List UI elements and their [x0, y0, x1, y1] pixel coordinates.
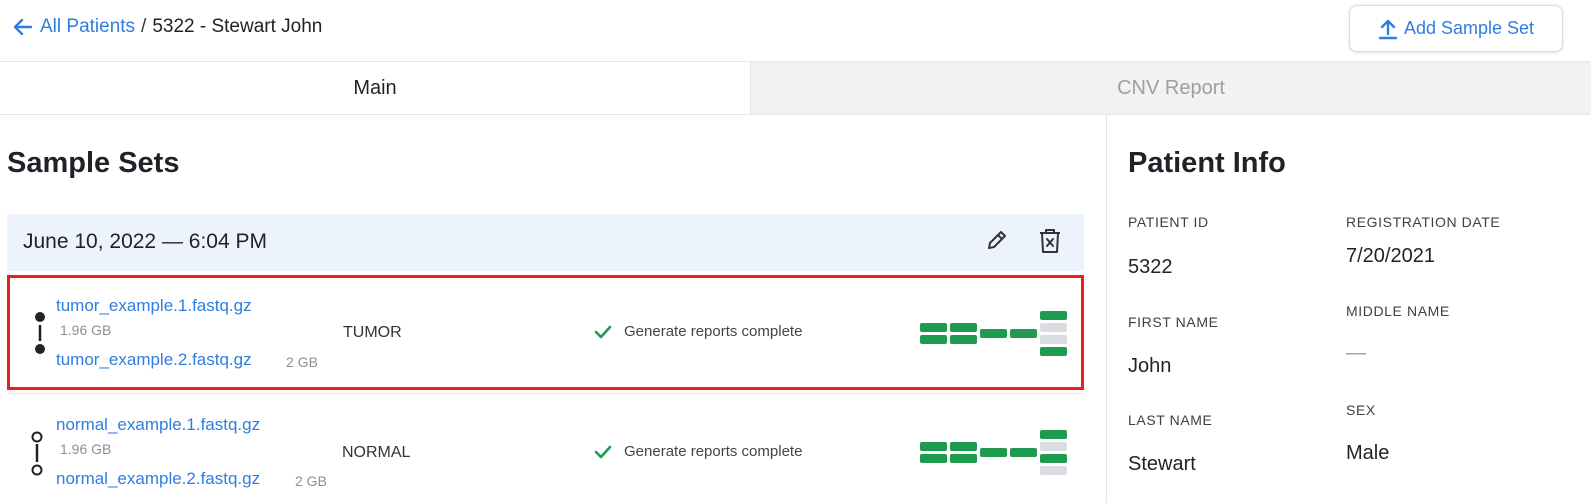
edit-sample-set-button[interactable] — [985, 228, 1009, 257]
file-link[interactable]: normal_example.2.fastq.gz — [56, 469, 260, 489]
add-sample-set-label: Add Sample Set — [1403, 18, 1535, 38]
back-link[interactable]: All Patients — [14, 16, 135, 38]
middle-name-value: — — [1346, 342, 1366, 364]
check-icon — [594, 445, 612, 458]
first-name-label: FIRST NAME — [1128, 314, 1219, 330]
add-sample-set-button[interactable]: Add Sample Set — [1349, 5, 1563, 52]
arrow-left-icon — [14, 19, 32, 35]
file-size: 2 GB — [295, 473, 327, 489]
patient-id-label: PATIENT ID — [1128, 214, 1209, 230]
tab-main[interactable]: Main — [0, 62, 751, 114]
back-link-label: All Patients — [40, 16, 136, 37]
sample-type: TUMOR — [343, 324, 402, 341]
file-link[interactable]: tumor_example.2.fastq.gz — [56, 350, 252, 370]
file-size: 1.96 GB — [60, 322, 112, 338]
panel-divider — [1106, 115, 1107, 503]
file-link[interactable]: tumor_example.1.fastq.gz — [56, 296, 252, 316]
tab-cnv-report[interactable]: CNV Report — [751, 62, 1591, 114]
sample-type: NORMAL — [342, 444, 411, 461]
file-size: 1.96 GB — [60, 441, 112, 457]
row-divider — [7, 393, 1084, 394]
sample-row-tumor[interactable]: tumor_example.1.fastq.gz 1.96 GB tumor_e… — [7, 275, 1084, 390]
first-name-value: John — [1128, 355, 1172, 377]
breadcrumb-current: 5322 - Stewart John — [152, 16, 323, 37]
status: Generate reports complete — [594, 323, 802, 340]
paired-files-outline-icon — [31, 431, 43, 476]
registration-date-label: REGISTRATION DATE — [1346, 214, 1501, 230]
upload-icon — [1378, 19, 1398, 39]
last-name-label: LAST NAME — [1128, 412, 1213, 428]
file-size: 2 GB — [286, 354, 318, 370]
delete-sample-set-button[interactable] — [1037, 227, 1063, 260]
tab-bar: Main CNV Report — [0, 62, 1591, 115]
check-icon — [594, 325, 612, 338]
breadcrumb: All Patients / 5322 - Stewart John — [14, 16, 322, 38]
trash-icon — [1040, 229, 1060, 253]
sex-label: SEX — [1346, 402, 1376, 418]
paired-files-filled-icon — [35, 312, 45, 354]
pencil-icon — [988, 231, 1006, 249]
last-name-value: Stewart — [1128, 453, 1196, 475]
sample-sets-title: Sample Sets — [7, 147, 180, 179]
middle-name-label: MIDDLE NAME — [1346, 303, 1450, 319]
sex-value: Male — [1346, 442, 1390, 464]
status: Generate reports complete — [594, 443, 802, 460]
sample-set-date: June 10, 2022 — 6:04 PM — [23, 230, 267, 253]
page-header: All Patients / 5322 - Stewart John Add S… — [0, 0, 1591, 62]
patient-id-value: 5322 — [1128, 256, 1173, 278]
sample-row-normal[interactable]: normal_example.1.fastq.gz 1.96 GB normal… — [7, 395, 1084, 503]
pipeline-progress-icon — [920, 430, 1067, 475]
patient-info-title: Patient Info — [1128, 147, 1286, 179]
status-label: Generate reports complete — [624, 323, 803, 340]
status-label: Generate reports complete — [624, 443, 803, 460]
sample-set-header: June 10, 2022 — 6:04 PM — [7, 214, 1084, 271]
file-link[interactable]: normal_example.1.fastq.gz — [56, 415, 260, 435]
registration-date-value: 7/20/2021 — [1346, 245, 1435, 267]
pipeline-progress-icon — [920, 311, 1067, 356]
breadcrumb-separator: / — [141, 16, 147, 37]
